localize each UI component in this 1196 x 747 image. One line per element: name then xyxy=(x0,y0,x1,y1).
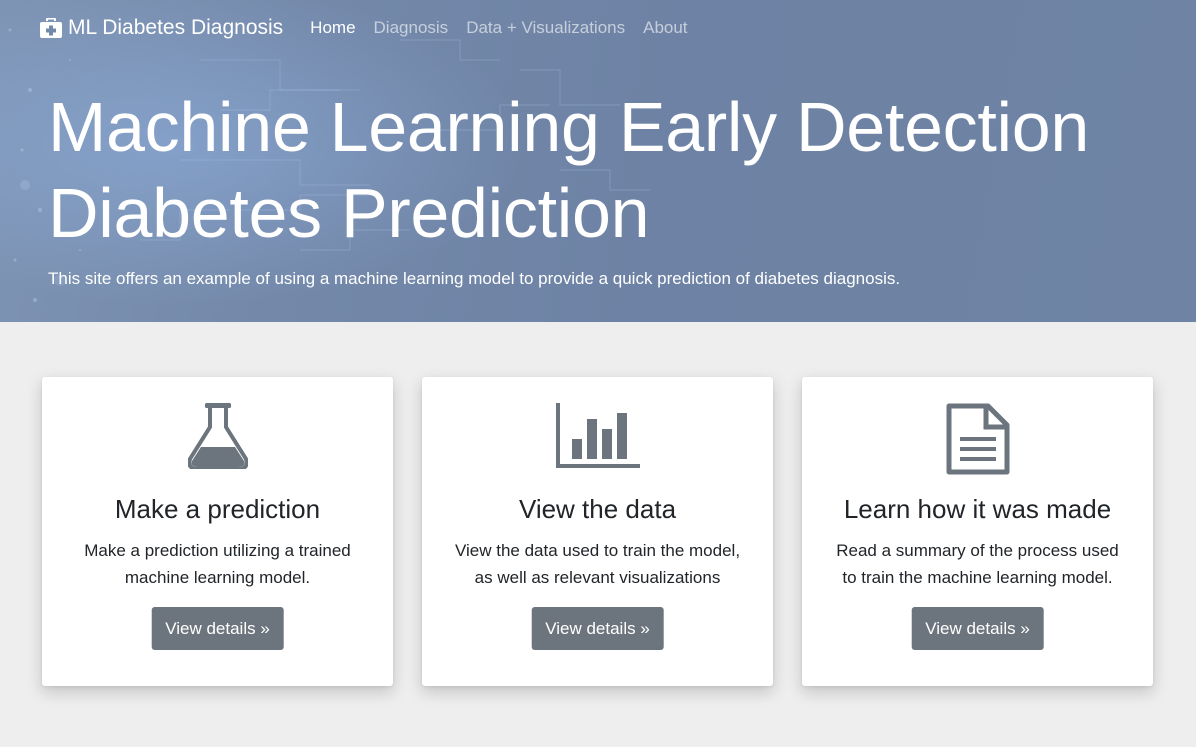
hero-title: Machine Learning Early Detection Diabete… xyxy=(48,84,1168,256)
nav-link-home[interactable]: Home xyxy=(310,18,355,38)
view-details-button[interactable]: View details » xyxy=(151,607,284,650)
nav-link-diagnosis[interactable]: Diagnosis xyxy=(374,18,449,38)
hero-banner: ML Diabetes Diagnosis Home Diagnosis Dat… xyxy=(0,0,1196,322)
card-learn-how: Learn how it was made Read a summary of … xyxy=(802,377,1153,686)
card-title: View the data xyxy=(518,494,677,524)
card-title: Learn how it was made xyxy=(843,494,1112,524)
card-title: Make a prediction xyxy=(114,494,321,524)
brand-label: ML Diabetes Diagnosis xyxy=(68,16,284,39)
card-make-prediction: Make a prediction Make a prediction util… xyxy=(42,377,393,686)
flask-icon xyxy=(42,403,393,475)
card-description-line: View the data used to train the model, xyxy=(454,541,741,560)
nav-link-data-visualizations[interactable]: Data + Visualizations xyxy=(466,18,625,38)
card-description-line: machine learning model. xyxy=(124,568,311,587)
nav-link-about[interactable]: About xyxy=(643,18,687,38)
hero-title-line-1: Machine Learning Early Detection xyxy=(48,88,1089,166)
card-description: View the data used to train the model, a… xyxy=(442,537,753,591)
card-description: Read a summary of the process used to tr… xyxy=(822,537,1133,591)
top-navbar: ML Diabetes Diagnosis Home Diagnosis Dat… xyxy=(0,0,1196,56)
card-description-line: Make a prediction utilizing a trained xyxy=(84,541,351,560)
card-description-line: to train the machine learning model. xyxy=(842,568,1113,587)
card-description: Make a prediction utilizing a trained ma… xyxy=(62,537,373,591)
card-view-data: View the data View the data used to trai… xyxy=(422,377,773,686)
view-details-button[interactable]: View details » xyxy=(531,607,664,650)
brand-link[interactable]: ML Diabetes Diagnosis xyxy=(40,16,283,40)
document-icon xyxy=(802,403,1153,475)
hero-title-line-2: Diabetes Prediction xyxy=(48,174,650,252)
bar-chart-icon xyxy=(422,403,773,475)
card-description-line: as well as relevant visualizations xyxy=(474,568,721,587)
view-details-button[interactable]: View details » xyxy=(911,607,1044,650)
medkit-icon xyxy=(40,18,62,38)
card-description-line: Read a summary of the process used xyxy=(836,541,1119,560)
hero-subtitle: This site offers an example of using a m… xyxy=(48,269,901,288)
